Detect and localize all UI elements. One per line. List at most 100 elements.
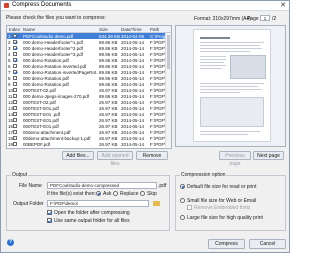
row-path: F:\PDF\demo\ (150, 123, 165, 129)
row-path: F:\PDF\demo\ (150, 45, 165, 51)
row-name: 000 demo-Headerfooter^1.pdf (23, 39, 83, 45)
row-path: F:\PDF\demo\ (150, 141, 165, 147)
cancel-button[interactable]: Cancel (249, 239, 286, 249)
compress-button[interactable]: Compress (208, 239, 245, 249)
row-size: 89.86 KB (99, 69, 118, 75)
output-folder-input[interactable]: F:\PDF\demo\ (47, 200, 149, 207)
column-header-name[interactable]: Name (23, 27, 35, 32)
remove-embedded-fonts-label: Remove Embedded fonts (194, 205, 251, 211)
column-header-path[interactable]: Path (150, 27, 159, 32)
row-checkbox[interactable] (13, 70, 17, 74)
row-date: 2014-05-14 (121, 57, 145, 63)
row-path: F:\PDF\demo\ (150, 87, 165, 93)
browse-folder-icon[interactable] (153, 201, 160, 206)
compress-documents-window: Compress Documents ✕ Please check the fi… (0, 0, 290, 253)
row-size: 89.86 KB (99, 93, 118, 99)
row-name: 000 demo-Headerfooter^2.pdf (23, 45, 83, 51)
radio-large-size[interactable] (180, 215, 185, 220)
page-total: /2 (272, 16, 277, 22)
row-date: 2014-05-14 (121, 111, 145, 117)
radio-ask[interactable] (96, 191, 101, 196)
row-date: 2014-05-14 (121, 105, 145, 111)
column-header-datetime[interactable]: Date/Time (121, 27, 142, 32)
row-path: F:\PDF\demo\ (150, 63, 165, 69)
row-date: 2014-05-14 (121, 63, 145, 69)
row-name: 000 demo-Rotation-invertedPageRot... (23, 69, 98, 75)
previous-page-button[interactable]: Previous page (219, 151, 251, 167)
row-size: 26.97 KB (99, 87, 118, 93)
row-path: F:\PDF\demo\ (150, 129, 165, 135)
radio-skip[interactable] (140, 191, 145, 196)
open-folder-checkbox[interactable] (47, 210, 52, 215)
row-checkbox[interactable] (13, 82, 17, 86)
row-checkbox[interactable] (13, 118, 17, 122)
row-checkbox[interactable] (13, 76, 17, 80)
next-page-button[interactable]: Next page (253, 151, 284, 160)
radio-small-size[interactable] (180, 198, 185, 203)
row-checkbox[interactable] (13, 100, 17, 104)
output-folder-label: Output Folder (13, 201, 44, 207)
row-name: 000 demo-Rotation.pdf (23, 81, 69, 87)
file-name-input[interactable]: PDFCoolstudio-demo-compressed (47, 182, 157, 189)
row-size: 89.86 KB (99, 63, 118, 69)
row-checkbox[interactable] (13, 52, 17, 56)
row-size: 89.86 KB (99, 57, 118, 63)
use-same-folder-label: Use same output folder for all files (54, 218, 130, 224)
close-icon[interactable]: ✕ (280, 1, 286, 9)
row-checkbox[interactable] (13, 106, 17, 110)
row-size: 26.97 KB (99, 148, 120, 149)
add-opened-files-button[interactable]: Add opened files (97, 151, 133, 167)
row-date: 2014-05-14 (121, 51, 145, 57)
row-size: 89.86 KB (99, 39, 118, 45)
scrollbar-thumb[interactable] (167, 35, 170, 69)
row-date: 2014-05-14 (121, 45, 145, 51)
row-checkbox[interactable] (13, 148, 17, 149)
radio-large-size-label: Large file size for high quality print (187, 215, 263, 221)
file-table: Index Name Size Date/Time Path 1 PDFCools… (6, 25, 172, 149)
row-name: 000 demo-Rotation-inverted.pdf (23, 63, 87, 69)
help-icon[interactable]: ? (7, 239, 14, 246)
row-checkbox[interactable] (13, 40, 17, 44)
row-path: F:\PDF\demo\ (150, 148, 165, 149)
use-same-folder-checkbox[interactable] (47, 218, 52, 223)
row-size: 26.97 KB (99, 135, 118, 141)
row-checkbox[interactable] (13, 142, 17, 146)
row-path: F:\PDF\demo\ (150, 93, 165, 99)
row-date: 2014-05-14 (121, 117, 145, 123)
row-path: F:\PDF\demo\ (150, 99, 165, 105)
row-date: 2014-05-14 (121, 93, 145, 99)
row-checkbox[interactable] (13, 46, 17, 50)
row-name: 000TEST-02.pdf (23, 87, 56, 93)
row-date: 2014-04-09 (121, 33, 145, 39)
row-size: 89.86 KB (99, 51, 118, 57)
row-checkbox[interactable] (13, 130, 17, 134)
add-files-button[interactable]: Add files... (62, 151, 94, 160)
window-title: Compress Documents (12, 2, 72, 8)
table-row[interactable]: 2000BEPDF.pdf26.97 KB2014-05-14F:\PDF\de… (7, 147, 171, 149)
row-checkbox[interactable] (13, 94, 17, 98)
row-path: F:\PDF\demo\ (150, 75, 165, 81)
column-header-size[interactable]: Size (99, 27, 108, 32)
row-checkbox[interactable] (13, 88, 17, 92)
row-checkbox[interactable] (13, 136, 17, 140)
radio-default-size[interactable] (180, 184, 185, 189)
vertical-scrollbar[interactable] (165, 33, 171, 147)
row-date: 2014-05-14 (121, 129, 145, 135)
open-folder-label: Open the folder after compressing (54, 210, 130, 216)
row-checkbox[interactable] (13, 64, 17, 68)
page-number-input[interactable]: 1 (260, 15, 270, 21)
row-checkbox[interactable] (13, 112, 17, 116)
row-date: 2014-05-14 (121, 39, 145, 45)
radio-replace[interactable] (113, 191, 118, 196)
row-checkbox[interactable] (13, 58, 17, 62)
row-checkbox[interactable] (13, 124, 17, 128)
row-path: F:\PDF\demo\ (150, 57, 165, 63)
remove-button[interactable]: Remove (136, 151, 168, 160)
remove-embedded-fonts-checkbox[interactable] (187, 205, 192, 210)
file-extension-label: .pdf (158, 183, 167, 189)
column-header-index[interactable]: Index (9, 27, 20, 32)
output-group-label: Output (11, 172, 29, 178)
format-label: Format: 210x297mm (A4) (194, 16, 251, 22)
row-name: 000 demo-Rotation.pdf (23, 57, 69, 63)
row-checkbox[interactable] (13, 34, 17, 38)
